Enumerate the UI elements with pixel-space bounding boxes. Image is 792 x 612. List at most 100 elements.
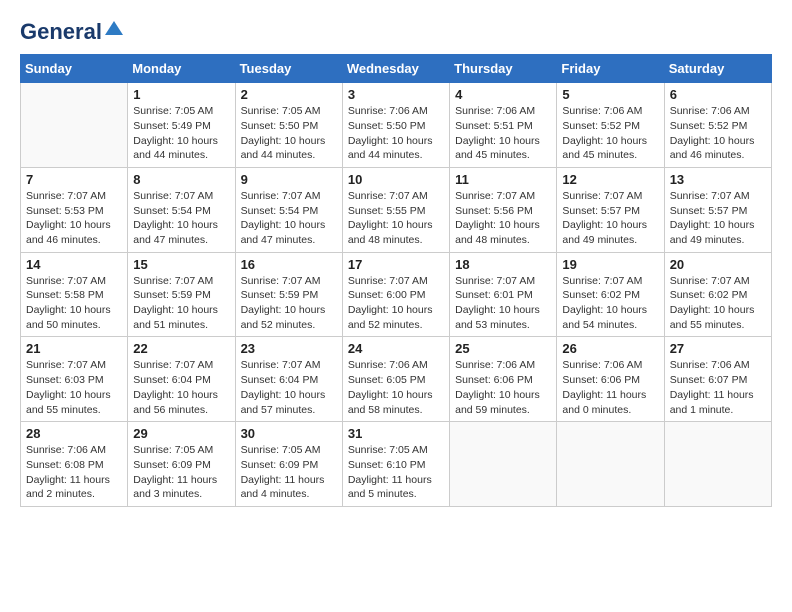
table-row: 4Sunrise: 7:06 AMSunset: 5:51 PMDaylight… [450, 83, 557, 168]
table-row: 2 Sunrise: 7:05 AMSunset: 5:50 PMDaylight… [235, 83, 342, 168]
cell-info: Sunrise: 7:07 AMSunset: 6:02 PMDaylight:… [562, 274, 658, 333]
cell-info: Sunrise: 7:06 AMSunset: 6:07 PMDaylight:… [670, 358, 766, 417]
table-row: 10 Sunrise: 7:07 AMSunset: 5:55 PMDayligh… [342, 167, 449, 252]
cell-info: Sunrise: 7:07 AMSunset: 5:54 PMDaylight:… [241, 189, 337, 248]
cell-date: 24 [348, 341, 444, 356]
table-row: 18 Sunrise: 7:07 AMSunset: 6:01 PMDayligh… [450, 252, 557, 337]
cell-date: 3 [348, 87, 444, 102]
cell-info: Sunrise: 7:07 AMSunset: 5:58 PMDaylight:… [26, 274, 122, 333]
cell-date: 6 [670, 87, 766, 102]
cell-info: Sunrise: 7:06 AMSunset: 5:52 PMDaylight:… [562, 104, 658, 163]
calendar-header-row: Sunday Monday Tuesday Wednesday Thursday… [21, 55, 772, 83]
table-row: 11Sunrise: 7:07 AMSunset: 5:56 PMDayligh… [450, 167, 557, 252]
table-row: 12 Sunrise: 7:07 AMSunset: 5:57 PMDayligh… [557, 167, 664, 252]
cell-date: 21 [26, 341, 122, 356]
table-row: 20 Sunrise: 7:07 AMSunset: 6:02 PMDayligh… [664, 252, 771, 337]
header-friday: Friday [557, 55, 664, 83]
logo-general: General [20, 20, 102, 44]
table-row: 19 Sunrise: 7:07 AMSunset: 6:02 PMDayligh… [557, 252, 664, 337]
cell-date: 9 [241, 172, 337, 187]
cell-date: 12 [562, 172, 658, 187]
cell-info: Sunrise: 7:07 AMSunset: 6:04 PMDaylight:… [241, 358, 337, 417]
table-row [664, 422, 771, 507]
cell-info: Sunrise: 7:07 AMSunset: 6:01 PMDaylight:… [455, 274, 551, 333]
table-row [557, 422, 664, 507]
cell-info: Sunrise: 7:07 AMSunset: 5:53 PMDaylight:… [26, 189, 122, 248]
table-row: 22Sunrise: 7:07 AMSunset: 6:04 PMDayligh… [128, 337, 235, 422]
cell-date: 30 [241, 426, 337, 441]
cell-date: 31 [348, 426, 444, 441]
cell-date: 25 [455, 341, 551, 356]
table-row: 6Sunrise: 7:06 AMSunset: 5:52 PMDaylight… [664, 83, 771, 168]
cell-date: 4 [455, 87, 551, 102]
cell-info: Sunrise: 7:07 AMSunset: 6:04 PMDaylight:… [133, 358, 229, 417]
cell-date: 8 [133, 172, 229, 187]
table-row: 9 Sunrise: 7:07 AMSunset: 5:54 PMDaylight… [235, 167, 342, 252]
cell-info: Sunrise: 7:05 AMSunset: 6:09 PMDaylight:… [133, 443, 229, 502]
cell-info: Sunrise: 7:07 AMSunset: 5:54 PMDaylight:… [133, 189, 229, 248]
table-row: 15 Sunrise: 7:07 AMSunset: 5:59 PMDayligh… [128, 252, 235, 337]
header-saturday: Saturday [664, 55, 771, 83]
header-wednesday: Wednesday [342, 55, 449, 83]
cell-date: 5 [562, 87, 658, 102]
cell-info: Sunrise: 7:06 AMSunset: 6:06 PMDaylight:… [562, 358, 658, 417]
cell-date: 29 [133, 426, 229, 441]
header-sunday: Sunday [21, 55, 128, 83]
cell-date: 15 [133, 257, 229, 272]
calendar-week-row: 1Sunrise: 7:05 AMSunset: 5:49 PMDaylight… [21, 83, 772, 168]
cell-date: 14 [26, 257, 122, 272]
cell-info: Sunrise: 7:07 AMSunset: 6:03 PMDaylight:… [26, 358, 122, 417]
cell-date: 19 [562, 257, 658, 272]
cell-info: Sunrise: 7:05 AMSunset: 6:10 PMDaylight:… [348, 443, 444, 502]
cell-date: 7 [26, 172, 122, 187]
header-thursday: Thursday [450, 55, 557, 83]
cell-info: Sunrise: 7:06 AMSunset: 6:05 PMDaylight:… [348, 358, 444, 417]
logo: General [20, 20, 123, 44]
table-row [450, 422, 557, 507]
cell-info: Sunrise: 7:07 AMSunset: 5:55 PMDaylight:… [348, 189, 444, 248]
table-row: 29 Sunrise: 7:05 AMSunset: 6:09 PMDayligh… [128, 422, 235, 507]
cell-info: Sunrise: 7:07 AMSunset: 5:57 PMDaylight:… [562, 189, 658, 248]
cell-date: 17 [348, 257, 444, 272]
header-tuesday: Tuesday [235, 55, 342, 83]
table-row: 16Sunrise: 7:07 AMSunset: 5:59 PMDayligh… [235, 252, 342, 337]
cell-info: Sunrise: 7:07 AMSunset: 6:00 PMDaylight:… [348, 274, 444, 333]
calendar-week-row: 7 Sunrise: 7:07 AMSunset: 5:53 PMDaylight… [21, 167, 772, 252]
table-row: 31 Sunrise: 7:05 AMSunset: 6:10 PMDayligh… [342, 422, 449, 507]
calendar-table: Sunday Monday Tuesday Wednesday Thursday… [20, 54, 772, 507]
table-row: 27 Sunrise: 7:06 AMSunset: 6:07 PMDayligh… [664, 337, 771, 422]
calendar-week-row: 21 Sunrise: 7:07 AMSunset: 6:03 PMDayligh… [21, 337, 772, 422]
cell-date: 28 [26, 426, 122, 441]
cell-date: 20 [670, 257, 766, 272]
cell-info: Sunrise: 7:05 AMSunset: 5:50 PMDaylight:… [241, 104, 337, 163]
table-row: 21 Sunrise: 7:07 AMSunset: 6:03 PMDayligh… [21, 337, 128, 422]
table-row: 5 Sunrise: 7:06 AMSunset: 5:52 PMDaylight… [557, 83, 664, 168]
logo-icon [105, 19, 123, 37]
cell-date: 16 [241, 257, 337, 272]
cell-info: Sunrise: 7:07 AMSunset: 5:59 PMDaylight:… [133, 274, 229, 333]
calendar-week-row: 28Sunrise: 7:06 AMSunset: 6:08 PMDayligh… [21, 422, 772, 507]
calendar-week-row: 14 Sunrise: 7:07 AMSunset: 5:58 PMDayligh… [21, 252, 772, 337]
table-row: 1Sunrise: 7:05 AMSunset: 5:49 PMDaylight… [128, 83, 235, 168]
cell-date: 27 [670, 341, 766, 356]
cell-info: Sunrise: 7:07 AMSunset: 5:57 PMDaylight:… [670, 189, 766, 248]
table-row: 26 Sunrise: 7:06 AMSunset: 6:06 PMDayligh… [557, 337, 664, 422]
cell-info: Sunrise: 7:06 AMSunset: 5:50 PMDaylight:… [348, 104, 444, 163]
cell-date: 26 [562, 341, 658, 356]
table-row: 17 Sunrise: 7:07 AMSunset: 6:00 PMDayligh… [342, 252, 449, 337]
cell-date: 1 [133, 87, 229, 102]
table-row: 3 Sunrise: 7:06 AMSunset: 5:50 PMDaylight… [342, 83, 449, 168]
cell-date: 2 [241, 87, 337, 102]
table-row: 7 Sunrise: 7:07 AMSunset: 5:53 PMDaylight… [21, 167, 128, 252]
cell-info: Sunrise: 7:07 AMSunset: 6:02 PMDaylight:… [670, 274, 766, 333]
cell-date: 23 [241, 341, 337, 356]
table-row: 24 Sunrise: 7:06 AMSunset: 6:05 PMDayligh… [342, 337, 449, 422]
table-row: 28Sunrise: 7:06 AMSunset: 6:08 PMDayligh… [21, 422, 128, 507]
table-row: 23 Sunrise: 7:07 AMSunset: 6:04 PMDayligh… [235, 337, 342, 422]
table-row: 25Sunrise: 7:06 AMSunset: 6:06 PMDayligh… [450, 337, 557, 422]
table-row: 14 Sunrise: 7:07 AMSunset: 5:58 PMDayligh… [21, 252, 128, 337]
table-row: 8 Sunrise: 7:07 AMSunset: 5:54 PMDaylight… [128, 167, 235, 252]
cell-date: 10 [348, 172, 444, 187]
cell-date: 18 [455, 257, 551, 272]
cell-date: 13 [670, 172, 766, 187]
